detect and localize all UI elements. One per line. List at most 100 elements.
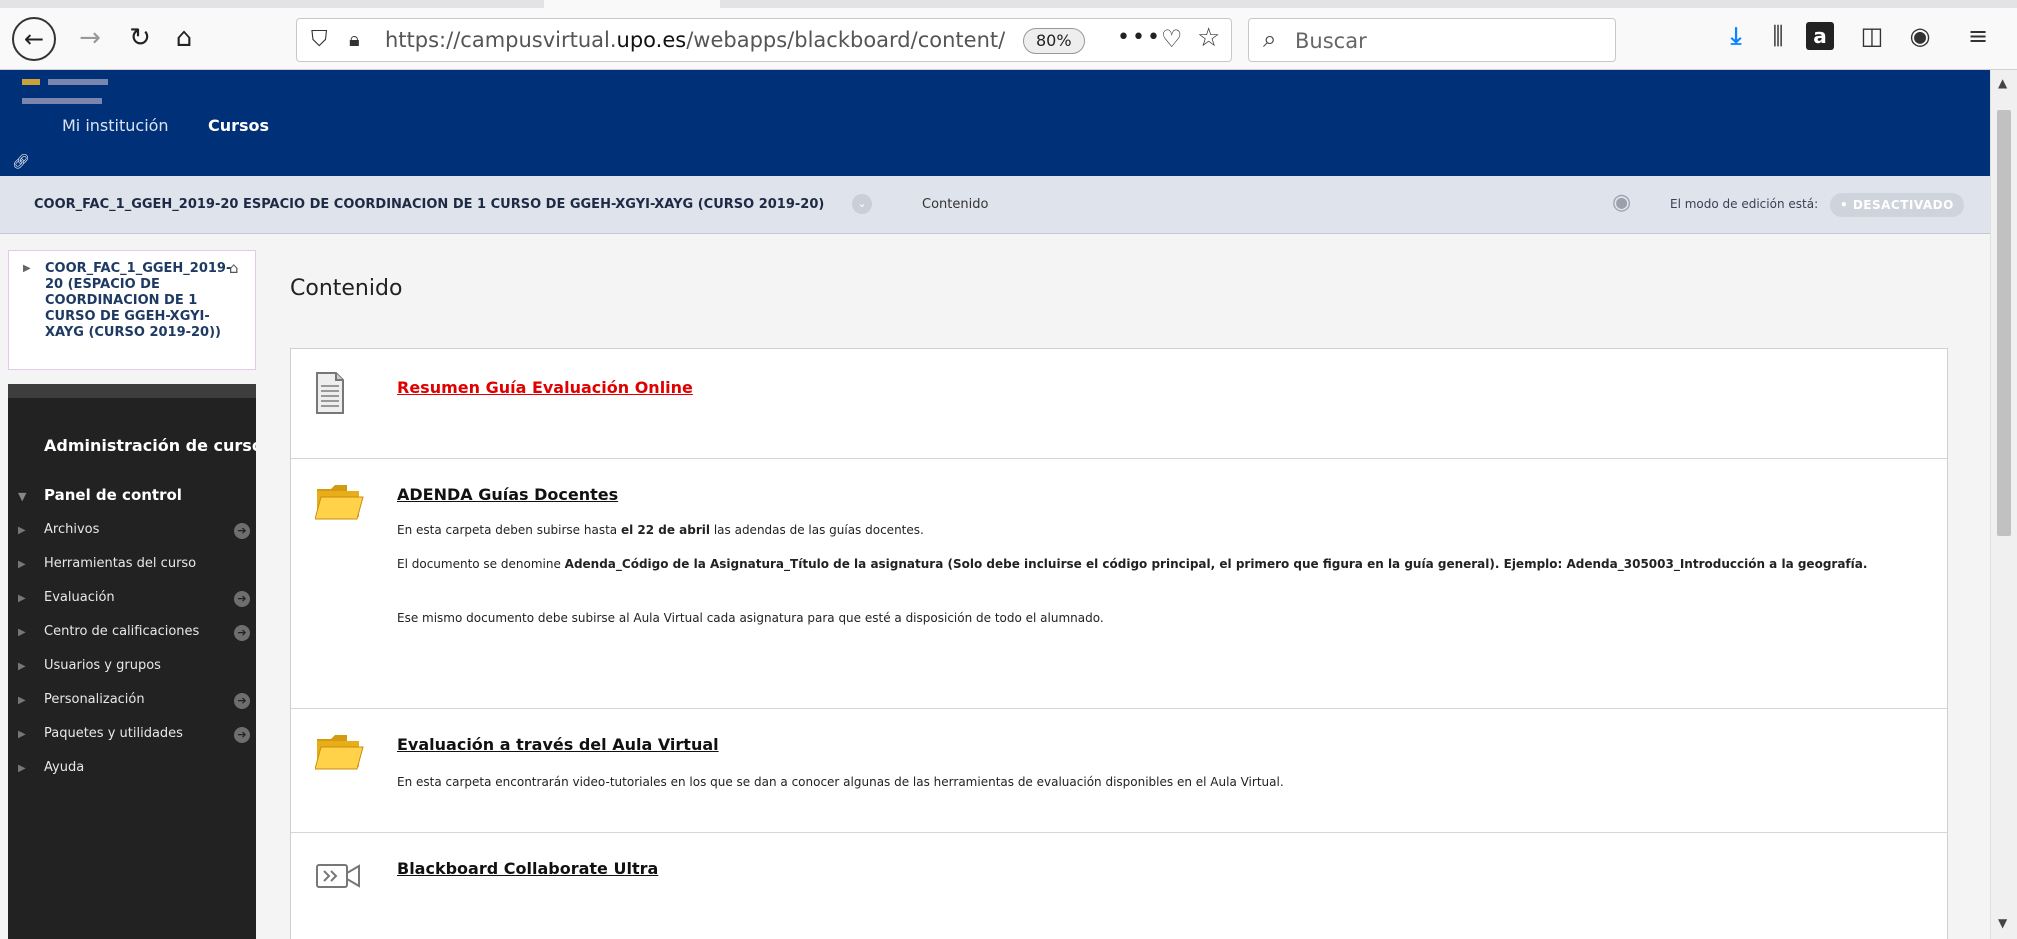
course-title-link[interactable]: COOR_FAC_1_GGEH_2019-20 (ESPACIO DE COOR… [45,261,235,341]
back-button[interactable]: ← [12,17,56,61]
sidebar-item-label: Paquetes y utilidades [44,726,183,741]
home-icon[interactable]: ⌂ [229,259,239,277]
expand-arrow-icon[interactable]: ▶ [23,263,31,274]
sidebar-item-label: Herramientas del curso [44,556,197,571]
sidebar-item-personalizacion[interactable]: ▶ Personalización ➔ [18,692,254,709]
arrow-circle-icon[interactable]: ➔ [234,693,250,709]
breadcrumb-course[interactable]: COOR_FAC_1_GGEH_2019-20 ESPACIO DE COORD… [34,197,824,212]
sidebar-item-label: Ayuda [44,760,85,775]
caret-right-icon: ▶ [18,729,26,740]
text-run-bold: Adenda_Código de la Asignatura_Título de… [564,557,1868,571]
sidebar-item-usuarios[interactable]: ▶ Usuarios y grupos [18,658,254,673]
chevron-down-icon[interactable]: ⌄ [852,194,872,214]
amazon-icon[interactable]: a [1806,22,1834,50]
arrow-circle-icon[interactable]: ➔ [234,591,250,607]
main-content: Contenido Resumen Guía Evaluación Online [256,234,1990,939]
site-header: Mi institución Cursos 🔗︎ [0,70,1990,176]
search-bar[interactable]: ⌕ Buscar [1248,18,1616,62]
home-button[interactable]: ⌂ [164,18,204,58]
folder-icon [314,483,365,525]
sidebar-item-calificaciones[interactable]: ▶ Centro de calificaciones ➔ [18,624,254,641]
text-run: las adendas de las guías docentes. [710,523,924,537]
top-nav-cursos[interactable]: Cursos [208,116,269,135]
content-list: Resumen Guía Evaluación Online ADENDA Gu… [290,348,1948,939]
sidebar-item-ayuda[interactable]: ▶ Ayuda [18,760,254,775]
active-tab[interactable] [544,0,720,8]
bookmark-star-icon[interactable]: ☆ [1197,23,1220,53]
download-icon[interactable]: ⤓ [1720,22,1752,50]
caret-right-icon: ▶ [18,661,26,672]
item-description: El documento se denomine Adenda_Código d… [397,555,1877,574]
tab-strip [0,0,2017,8]
search-icon: ⌕ [1263,25,1277,53]
folder-icon [314,733,365,775]
breadcrumb-current: Contenido [922,197,989,212]
top-nav-mi-institucion[interactable]: Mi institución [62,116,169,135]
tracking-shield-icon[interactable]: ⛉ [311,27,328,52]
sidebar-item-label: Usuarios y grupos [44,658,161,673]
caret-right-icon: ▶ [18,525,26,536]
item-title-link[interactable]: ADENDA Guías Docentes [397,485,618,504]
sidebar-item-archivos[interactable]: ▶ Archivos ➔ [18,522,254,539]
caret-right-icon: ▶ [18,559,26,570]
page-scrollbar[interactable]: ▲ ▼ [1990,70,2017,939]
arrow-circle-icon[interactable]: ➔ [234,727,250,743]
item-title-link[interactable]: Resumen Guía Evaluación Online [397,378,693,397]
arrow-circle-icon[interactable]: ➔ [234,523,250,539]
edit-mode-toggle[interactable]: • DESACTIVADO [1830,193,1964,217]
text-run: El documento se denomine [397,557,565,571]
caret-right-icon: ▶ [18,695,26,706]
item-description: En esta carpeta deben subirse hasta el 2… [397,521,1877,540]
url-bar[interactable]: ⛉ 🔒︎ https://campusvirtual.upo.es/webapp… [296,18,1232,62]
caret-down-icon: ▼ [18,490,27,503]
text-run: En esta carpeta deben subirse hasta [397,523,621,537]
sidebar-item-evaluacion[interactable]: ▶ Evaluación ➔ [18,590,254,607]
url-domain: upo.es [616,28,687,52]
back-arrow-icon: ← [23,25,45,53]
url-text[interactable]: https://campusvirtual.upo.es/webapps/bla… [385,28,1005,52]
browser-toolbar: ← → ↻ ⌂ ⛉ 🔒︎ https://campusvirtual.upo.e… [0,0,2017,70]
sidebar-item-label: Evaluación [44,590,115,605]
course-menu-header: ▶ COOR_FAC_1_GGEH_2019-20 (ESPACIO DE CO… [8,250,256,370]
page-actions-menu-icon[interactable]: ••• [1117,25,1162,50]
sidebar-toggle-icon[interactable]: ◫ [1856,22,1888,50]
scrollbar-thumb[interactable] [1997,110,2011,536]
sidebar-item-label: Centro de calificaciones [44,624,200,639]
scroll-down-icon[interactable]: ▼ [1998,916,2007,930]
text-run-bold: el 22 de abril [620,523,711,537]
account-icon[interactable]: ◉ [1904,22,1936,50]
sidebar-item-paquetes[interactable]: ▶ Paquetes y utilidades ➔ [18,726,254,743]
zoom-level-button[interactable]: 80% [1023,28,1085,54]
control-panel-label: Panel de control [44,486,182,504]
item-description: Ese mismo documento debe subirse al Aula… [397,611,1104,625]
home-icon: ⌂ [175,23,193,53]
student-preview-icon[interactable]: ◉ [1612,190,1631,215]
item-title-link[interactable]: Evaluación a través del Aula Virtual [397,735,719,754]
list-item: Resumen Guía Evaluación Online [291,349,1947,459]
sidebar-admin-title: Administración de cursos [44,436,273,455]
page-title: Contenido [290,276,403,301]
reload-icon: ↻ [129,23,151,53]
collaborate-icon [315,861,365,895]
forward-button[interactable]: → [70,18,110,58]
list-item: Evaluación a través del Aula Virtual En … [291,709,1947,833]
link-icon[interactable]: 🔗︎ [12,154,30,170]
pocket-icon[interactable]: ♡ [1161,25,1183,53]
reload-button[interactable]: ↻ [120,18,160,58]
item-title-link[interactable]: Blackboard Collaborate Ultra [397,859,658,878]
control-panel-header[interactable]: ▼ Panel de control [18,486,182,504]
sidebar-item-label: Personalización [44,692,145,707]
url-path: /webapps/blackboard/content/listContent [686,28,1005,52]
document-icon [315,371,345,419]
hamburger-menu-icon[interactable]: ≡ [1962,22,1994,50]
breadcrumb: COOR_FAC_1_GGEH_2019-20 ESPACIO DE COORD… [0,176,1990,234]
scroll-up-icon[interactable]: ▲ [1998,76,2007,90]
caret-right-icon: ▶ [18,593,26,604]
sidebar-item-herramientas[interactable]: ▶ Herramientas del curso [18,556,254,571]
arrow-circle-icon[interactable]: ➔ [234,625,250,641]
url-prefix: https://campusvirtual. [385,28,617,52]
library-icon[interactable]: ⫼ [1762,22,1794,50]
university-logo[interactable] [22,70,202,104]
lock-icon[interactable]: 🔒︎ [349,27,360,51]
edit-mode-label: El modo de edición está: [1670,197,1819,211]
